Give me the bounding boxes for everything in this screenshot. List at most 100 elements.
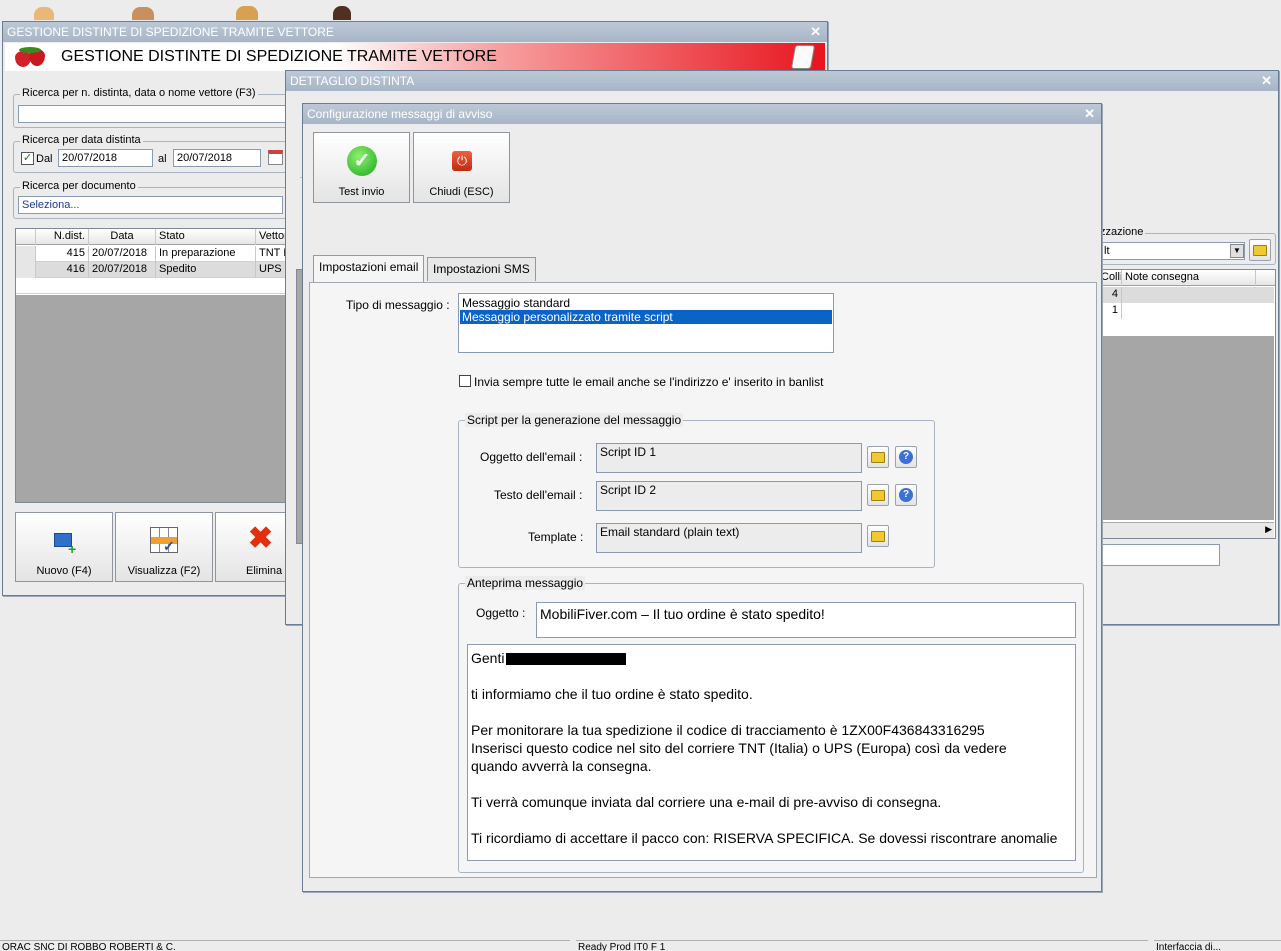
table-empty-area bbox=[16, 295, 288, 502]
chiudi-button[interactable]: ⏻ Chiudi (ESC) bbox=[413, 132, 510, 203]
column-header[interactable]: Data bbox=[89, 229, 156, 245]
close-icon[interactable]: ✕ bbox=[810, 22, 821, 42]
template-label: Template : bbox=[528, 530, 584, 544]
oggetto-email-label: Oggetto dell'email : bbox=[480, 450, 583, 464]
check-icon: ✓ bbox=[347, 146, 377, 176]
help-icon: ? bbox=[899, 488, 913, 502]
body-line: Per monitorare la tua spedizione il codi… bbox=[471, 722, 985, 738]
strawberry-icon bbox=[13, 47, 47, 67]
body-line: Genti bbox=[471, 649, 1072, 667]
detail-table: Colli Note consegna 4 1 ▶ bbox=[1098, 269, 1276, 539]
status-bar-mode: Ready Prod IT0 F 1 bbox=[576, 940, 1148, 951]
oggetto-folder-button[interactable] bbox=[867, 446, 889, 468]
dropdown-icon[interactable]: ▼ bbox=[1230, 244, 1244, 258]
main-banner: GESTIONE DISTINTE DI SPEDIZIONE TRAMITE … bbox=[5, 43, 825, 71]
scroll-right-icon[interactable]: ▶ bbox=[1265, 524, 1272, 535]
folder-icon bbox=[1253, 245, 1267, 256]
calendar-icon[interactable] bbox=[268, 150, 283, 165]
elimina-button[interactable]: ✖ Elimina bbox=[215, 512, 290, 582]
detail-combo[interactable]: lt bbox=[1100, 242, 1245, 260]
help-icon: ? bbox=[899, 450, 913, 464]
scroll-icon bbox=[790, 45, 816, 69]
template-folder-button[interactable] bbox=[867, 525, 889, 547]
test-invio-label: Test invio bbox=[338, 186, 385, 198]
table-row[interactable]: 416 20/07/2018 Spedito UPS bbox=[16, 262, 290, 278]
message-body-preview[interactable]: Genti ti informiamo che il tuo ordine è … bbox=[467, 644, 1076, 861]
visualizza-label: Visualizza (F2) bbox=[127, 565, 201, 577]
testo-email-field[interactable]: Script ID 2 bbox=[596, 481, 862, 511]
tab-impostazioni-sms[interactable]: Impostazioni SMS bbox=[427, 257, 536, 281]
table-row[interactable]: 415 20/07/2018 In preparazione TNT I bbox=[16, 246, 290, 262]
oggetto-help-button[interactable]: ? bbox=[895, 446, 917, 468]
user-icon[interactable] bbox=[236, 6, 258, 20]
nuovo-button[interactable]: + Nuovo (F4) bbox=[15, 512, 113, 582]
test-invio-button[interactable]: ✓ Test invio bbox=[313, 132, 410, 203]
main-window-titlebar[interactable]: GESTIONE DISTINTE DI SPEDIZIONE TRAMITE … bbox=[3, 22, 827, 42]
config-dialog: Configurazione messaggi di avviso ✕ ✓ Te… bbox=[302, 103, 1102, 892]
body-line: Ti ricordiamo di accettare il pacco con:… bbox=[471, 830, 1058, 846]
folder-icon bbox=[871, 490, 885, 501]
testo-folder-button[interactable] bbox=[867, 484, 889, 506]
date-to-input[interactable]: 20/07/2018 bbox=[173, 149, 261, 167]
oggetto-email-field[interactable]: Script ID 1 bbox=[596, 443, 862, 473]
testo-email-label: Testo dell'email : bbox=[494, 488, 583, 502]
column-header[interactable]: Stato bbox=[156, 229, 256, 245]
list-item[interactable]: Messaggio personalizzato tramite script bbox=[460, 310, 832, 324]
nuovo-label: Nuovo (F4) bbox=[36, 565, 92, 577]
search-group-label: Ricerca per n. distinta, data o nome vet… bbox=[20, 87, 258, 99]
body-line bbox=[471, 811, 1072, 829]
banlist-checkbox[interactable] bbox=[459, 375, 471, 387]
tipo-messaggio-listbox[interactable]: Messaggio standard Messaggio personalizz… bbox=[458, 293, 834, 353]
banlist-label: Invia sempre tutte le email anche se l'i… bbox=[474, 375, 824, 389]
close-icon[interactable]: ✕ bbox=[1261, 71, 1272, 91]
detail-note-input[interactable] bbox=[1100, 544, 1220, 566]
chiudi-label: Chiudi (ESC) bbox=[429, 186, 494, 198]
document-select[interactable]: Seleziona... bbox=[18, 196, 283, 214]
date-group-label: Ricerca per data distinta bbox=[20, 134, 143, 146]
table-row[interactable]: 4 bbox=[1098, 287, 1274, 303]
preview-group-label: Anteprima messaggio bbox=[465, 576, 586, 590]
list-item[interactable]: Messaggio standard bbox=[460, 296, 832, 310]
testo-help-button[interactable]: ? bbox=[895, 484, 917, 506]
user-icon[interactable] bbox=[132, 7, 154, 20]
body-line: quando avverrà la consegna. bbox=[471, 758, 652, 774]
user-icon-strip bbox=[0, 0, 400, 20]
oggetto-preview-field[interactable]: MobiliFiver.com – Il tuo ordine è stato … bbox=[536, 602, 1076, 638]
tipo-messaggio-label: Tipo di messaggio : bbox=[346, 298, 450, 312]
body-line: Ti verrà comunque inviata dal corriere u… bbox=[471, 794, 942, 810]
elimina-label: Elimina bbox=[246, 565, 283, 577]
delete-icon: ✖ bbox=[248, 522, 274, 555]
folder-icon bbox=[871, 531, 885, 542]
folder-button[interactable] bbox=[1249, 239, 1271, 261]
distinte-table: N.dist. Data Stato Vettor 415 20/07/2018… bbox=[15, 228, 290, 503]
folder-icon bbox=[871, 452, 885, 463]
banner-title: GESTIONE DISTINTE DI SPEDIZIONE TRAMITE … bbox=[61, 48, 497, 65]
tab-impostazioni-email[interactable]: Impostazioni email bbox=[313, 255, 425, 282]
visualizza-button[interactable]: ✓ Visualizza (F2) bbox=[115, 512, 213, 582]
body-line bbox=[471, 775, 1072, 793]
column-header[interactable]: N.dist. bbox=[36, 229, 89, 245]
status-bar-interface: Interfaccia di... bbox=[1154, 940, 1281, 951]
dialog-tabs: Impostazioni email Impostazioni SMS bbox=[313, 255, 1093, 283]
user-icon[interactable] bbox=[34, 7, 54, 20]
al-label: al bbox=[158, 153, 167, 165]
detail-window-title: DETTAGLIO DISTINTA bbox=[290, 74, 415, 88]
template-field[interactable]: Email standard (plain text) bbox=[596, 523, 862, 553]
dal-checkbox[interactable]: ✓ bbox=[21, 152, 34, 165]
grid-check-icon: ✓ bbox=[150, 527, 178, 554]
column-header[interactable]: Note consegna bbox=[1122, 270, 1256, 286]
dialog-title: Configurazione messaggi di avviso bbox=[307, 107, 493, 121]
status-bar-company: ORAC SNC DI ROBBO ROBERTI & C. bbox=[0, 940, 570, 951]
power-icon: ⏻ bbox=[452, 151, 472, 171]
main-window-title: GESTIONE DISTINTE DI SPEDIZIONE TRAMITE … bbox=[7, 25, 334, 39]
date-from-input[interactable]: 20/07/2018 bbox=[58, 149, 153, 167]
dialog-titlebar[interactable]: Configurazione messaggi di avviso ✕ bbox=[303, 104, 1101, 124]
detail-window-titlebar[interactable]: DETTAGLIO DISTINTA ✕ bbox=[286, 71, 1278, 91]
user-icon[interactable] bbox=[333, 6, 351, 20]
horizontal-scrollbar[interactable]: ▶ bbox=[1098, 522, 1274, 538]
table-row[interactable] bbox=[16, 278, 288, 294]
close-icon[interactable]: ✕ bbox=[1084, 104, 1095, 124]
search-input[interactable] bbox=[18, 105, 286, 123]
table-row[interactable]: 1 bbox=[1098, 303, 1274, 319]
dal-label: Dal bbox=[36, 153, 53, 165]
